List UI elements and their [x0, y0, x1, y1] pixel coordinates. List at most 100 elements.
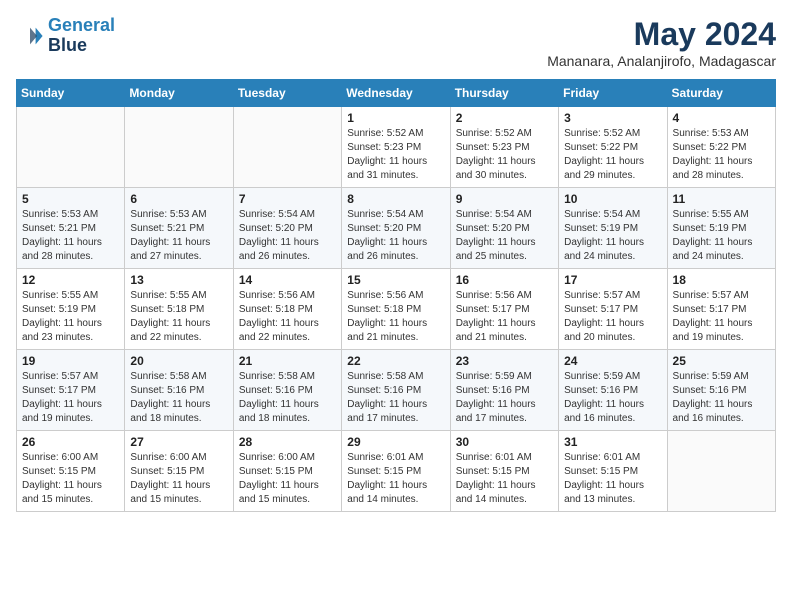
day-info: Sunrise: 6:01 AM Sunset: 5:15 PM Dayligh… — [456, 451, 553, 507]
day-number: 13 — [130, 273, 227, 287]
day-number: 24 — [564, 354, 661, 368]
title-area: May 2024 Mananara, Analanjirofo, Madagas… — [547, 16, 776, 69]
day-number: 21 — [239, 354, 336, 368]
day-number: 30 — [456, 435, 553, 449]
location-title: Mananara, Analanjirofo, Madagascar — [547, 53, 776, 69]
day-info: Sunrise: 5:52 AM Sunset: 5:23 PM Dayligh… — [347, 127, 444, 183]
calendar-cell: 4Sunrise: 5:53 AM Sunset: 5:22 PM Daylig… — [667, 107, 775, 188]
day-number: 12 — [22, 273, 119, 287]
day-number: 15 — [347, 273, 444, 287]
calendar-cell: 15Sunrise: 5:56 AM Sunset: 5:18 PM Dayli… — [342, 269, 450, 350]
day-info: Sunrise: 5:57 AM Sunset: 5:17 PM Dayligh… — [22, 370, 119, 426]
logo: General Blue — [16, 16, 115, 56]
day-number: 1 — [347, 111, 444, 125]
day-info: Sunrise: 5:53 AM Sunset: 5:21 PM Dayligh… — [130, 208, 227, 264]
weekday-header: Friday — [559, 80, 667, 107]
calendar-cell: 10Sunrise: 5:54 AM Sunset: 5:19 PM Dayli… — [559, 188, 667, 269]
day-info: Sunrise: 5:54 AM Sunset: 5:20 PM Dayligh… — [239, 208, 336, 264]
calendar-cell: 14 Sunrise: 5:56 AM Sunset: 5:18 PM Dayli… — [233, 269, 341, 350]
day-number: 5 — [22, 192, 119, 206]
day-info: Sunrise: 5:54 AM Sunset: 5:19 PM Dayligh… — [564, 208, 661, 264]
month-title: May 2024 — [547, 16, 776, 53]
day-number: 18 — [673, 273, 770, 287]
day-number: 2 — [456, 111, 553, 125]
weekday-header-row: SundayMondayTuesdayWednesdayThursdayFrid… — [17, 80, 776, 107]
day-number: 28 — [239, 435, 336, 449]
calendar-cell: 18 Sunrise: 5:57 AM Sunset: 5:17 PM Dayli… — [667, 269, 775, 350]
day-number: 14 — [239, 273, 336, 287]
logo-text: General Blue — [48, 16, 115, 56]
day-info: Sunrise: 5:59 AM Sunset: 5:16 PM Dayligh… — [673, 370, 770, 426]
day-info: Sunrise: 5:59 AM Sunset: 5:16 PM Dayligh… — [456, 370, 553, 426]
day-info: Sunrise: 5:54 AM Sunset: 5:20 PM Dayligh… — [456, 208, 553, 264]
day-number: 9 — [456, 192, 553, 206]
day-number: 29 — [347, 435, 444, 449]
calendar-cell: 5 Sunrise: 5:53 AM Sunset: 5:21 PM Daylig… — [17, 188, 125, 269]
day-info: Sunrise: 5:55 AM Sunset: 5:19 PM Dayligh… — [22, 289, 119, 345]
day-number: 7 — [239, 192, 336, 206]
calendar-cell: 1 Sunrise: 5:52 AM Sunset: 5:23 PM Daylig… — [342, 107, 450, 188]
day-info: Sunrise: 5:59 AM Sunset: 5:16 PM Dayligh… — [564, 370, 661, 426]
calendar-cell: 11 Sunrise: 5:55 AM Sunset: 5:19 PM Dayli… — [667, 188, 775, 269]
day-info: Sunrise: 5:54 AM Sunset: 5:20 PM Dayligh… — [347, 208, 444, 264]
calendar-cell: 19Sunrise: 5:57 AM Sunset: 5:17 PM Dayli… — [17, 350, 125, 431]
day-number: 16 — [456, 273, 553, 287]
day-info: Sunrise: 5:57 AM Sunset: 5:17 PM Dayligh… — [673, 289, 770, 345]
weekday-header: Thursday — [450, 80, 558, 107]
day-number: 22 — [347, 354, 444, 368]
day-info: Sunrise: 5:52 AM Sunset: 5:22 PM Dayligh… — [564, 127, 661, 183]
day-number: 20 — [130, 354, 227, 368]
weekday-header: Tuesday — [233, 80, 341, 107]
calendar-cell: 3 Sunrise: 5:52 AM Sunset: 5:22 PM Daylig… — [559, 107, 667, 188]
day-number: 6 — [130, 192, 227, 206]
weekday-header: Sunday — [17, 80, 125, 107]
calendar-cell: 7 Sunrise: 5:54 AM Sunset: 5:20 PM Daylig… — [233, 188, 341, 269]
calendar-cell: 20 Sunrise: 5:58 AM Sunset: 5:16 PM Dayli… — [125, 350, 233, 431]
day-number: 3 — [564, 111, 661, 125]
day-number: 27 — [130, 435, 227, 449]
day-info: Sunrise: 6:01 AM Sunset: 5:15 PM Dayligh… — [564, 451, 661, 507]
calendar-cell — [667, 431, 775, 512]
day-number: 4 — [673, 111, 770, 125]
calendar-cell: 28 Sunrise: 6:00 AM Sunset: 5:15 PM Dayli… — [233, 431, 341, 512]
calendar-cell: 30 Sunrise: 6:01 AM Sunset: 5:15 PM Dayli… — [450, 431, 558, 512]
calendar-cell: 29 Sunrise: 6:01 AM Sunset: 5:15 PM Dayli… — [342, 431, 450, 512]
day-info: Sunrise: 5:55 AM Sunset: 5:18 PM Dayligh… — [130, 289, 227, 345]
day-info: Sunrise: 5:56 AM Sunset: 5:18 PM Dayligh… — [239, 289, 336, 345]
calendar-cell: 9 Sunrise: 5:54 AM Sunset: 5:20 PM Daylig… — [450, 188, 558, 269]
day-number: 11 — [673, 192, 770, 206]
day-info: Sunrise: 5:55 AM Sunset: 5:19 PM Dayligh… — [673, 208, 770, 264]
calendar-cell: 26 Sunrise: 6:00 AM Sunset: 5:15 PM Dayli… — [17, 431, 125, 512]
weekday-header: Saturday — [667, 80, 775, 107]
calendar-cell: 25 Sunrise: 5:59 AM Sunset: 5:16 PM Dayli… — [667, 350, 775, 431]
day-info: Sunrise: 6:00 AM Sunset: 5:15 PM Dayligh… — [130, 451, 227, 507]
calendar-week-row: 5 Sunrise: 5:53 AM Sunset: 5:21 PM Daylig… — [17, 188, 776, 269]
day-info: Sunrise: 5:57 AM Sunset: 5:17 PM Dayligh… — [564, 289, 661, 345]
page-header: General Blue May 2024 Mananara, Analanji… — [16, 16, 776, 69]
day-info: Sunrise: 5:56 AM Sunset: 5:17 PM Dayligh… — [456, 289, 553, 345]
day-number: 26 — [22, 435, 119, 449]
day-info: Sunrise: 5:53 AM Sunset: 5:21 PM Dayligh… — [22, 208, 119, 264]
calendar-cell: 2Sunrise: 5:52 AM Sunset: 5:23 PM Daylig… — [450, 107, 558, 188]
calendar-week-row: 1 Sunrise: 5:52 AM Sunset: 5:23 PM Daylig… — [17, 107, 776, 188]
calendar-cell — [233, 107, 341, 188]
day-info: Sunrise: 5:58 AM Sunset: 5:16 PM Dayligh… — [347, 370, 444, 426]
day-number: 8 — [347, 192, 444, 206]
day-info: Sunrise: 5:58 AM Sunset: 5:16 PM Dayligh… — [130, 370, 227, 426]
day-number: 31 — [564, 435, 661, 449]
calendar-cell: 17 Sunrise: 5:57 AM Sunset: 5:17 PM Dayli… — [559, 269, 667, 350]
calendar-cell: 23 Sunrise: 5:59 AM Sunset: 5:16 PM Dayli… — [450, 350, 558, 431]
logo-icon — [16, 22, 44, 50]
day-number: 25 — [673, 354, 770, 368]
calendar-cell: 13 Sunrise: 5:55 AM Sunset: 5:18 PM Dayli… — [125, 269, 233, 350]
day-info: Sunrise: 6:00 AM Sunset: 5:15 PM Dayligh… — [239, 451, 336, 507]
calendar-week-row: 12 Sunrise: 5:55 AM Sunset: 5:19 PM Dayli… — [17, 269, 776, 350]
day-info: Sunrise: 6:00 AM Sunset: 5:15 PM Dayligh… — [22, 451, 119, 507]
calendar: SundayMondayTuesdayWednesdayThursdayFrid… — [16, 79, 776, 512]
day-number: 17 — [564, 273, 661, 287]
calendar-cell: 27 Sunrise: 6:00 AM Sunset: 5:15 PM Dayli… — [125, 431, 233, 512]
day-info: Sunrise: 6:01 AM Sunset: 5:15 PM Dayligh… — [347, 451, 444, 507]
calendar-cell — [17, 107, 125, 188]
day-number: 23 — [456, 354, 553, 368]
calendar-cell — [125, 107, 233, 188]
